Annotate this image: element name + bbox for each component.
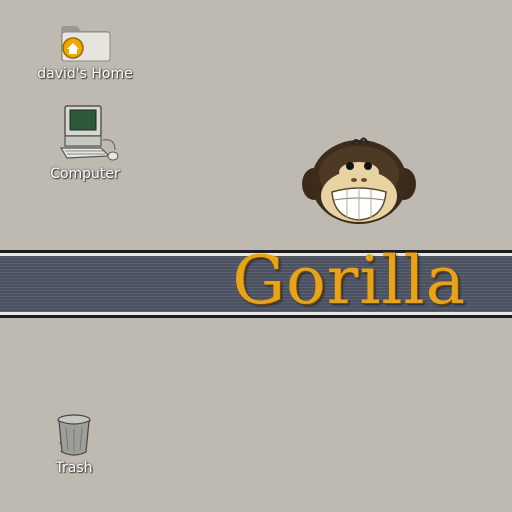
computer-icon [59,105,119,161]
desktop-icon-trash[interactable]: Trash [36,412,112,476]
desktop-icon-computer[interactable]: Computer [32,100,138,182]
home-folder-icon [61,26,111,62]
gorilla-face-logo [302,137,416,224]
trash-label: Trash [55,460,93,476]
trash-icon [57,414,91,456]
desktop-icon-home[interactable]: david's Home [22,18,148,82]
gorilla-wordmark: Gorilla [232,242,466,319]
computer-label: Computer [50,166,120,182]
home-label: david's Home [37,66,133,82]
desktop: Gorilla david's Home Computer Trash [0,0,512,512]
wallpaper-banner: Gorilla [0,242,512,319]
